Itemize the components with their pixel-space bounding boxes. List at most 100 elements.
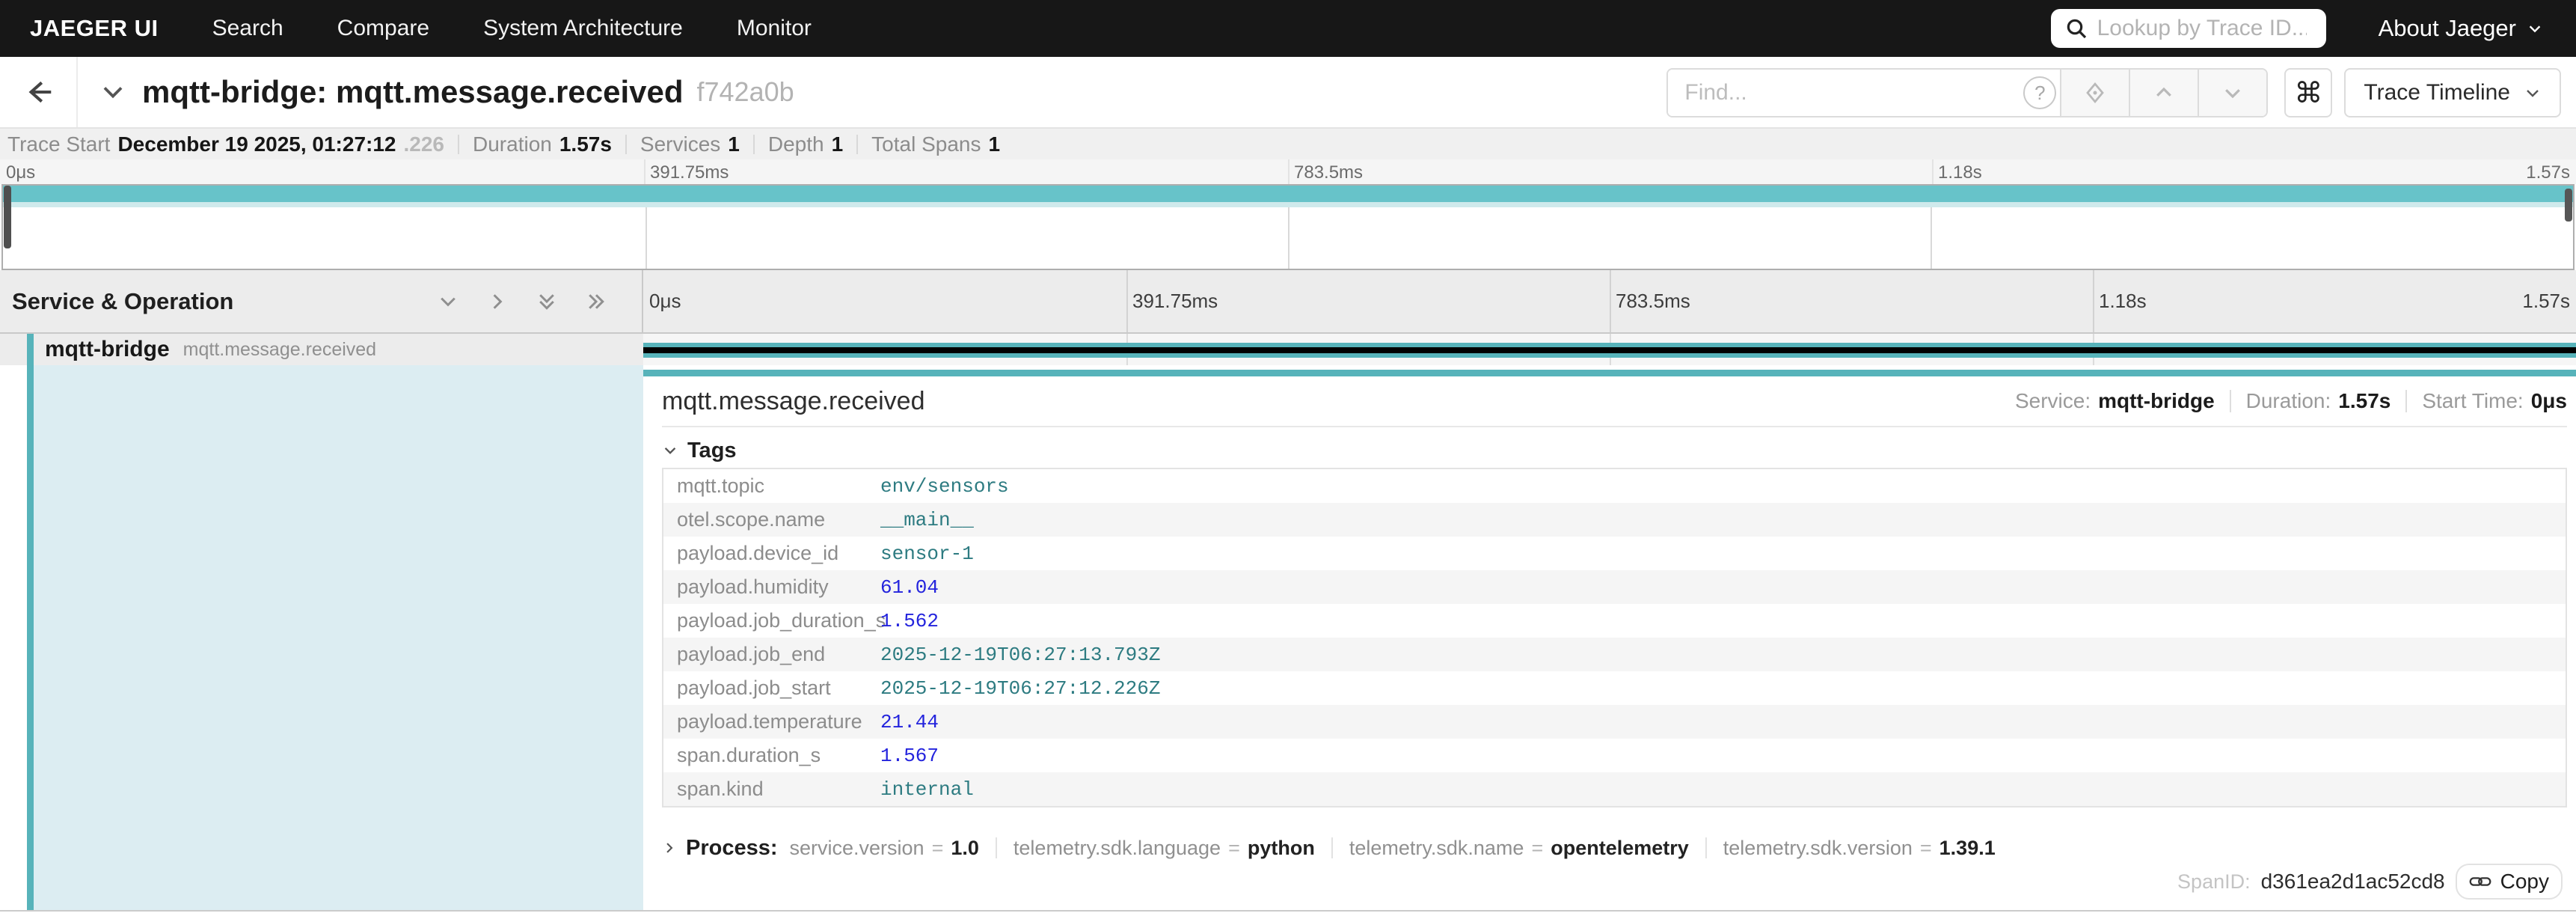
divider [458, 135, 459, 154]
process-attr: service.version = 1.0 [790, 837, 979, 860]
process-attr-key: telemetry.sdk.language [1013, 837, 1221, 860]
span-detail-left-tint [34, 365, 643, 910]
equals-sign: = [1531, 837, 1543, 860]
link-icon [2469, 873, 2491, 891]
tag-row[interactable]: span.duration_s 1.567 [663, 739, 2566, 772]
process-attr: telemetry.sdk.language = python [1013, 837, 1315, 860]
copy-button-label: Copy [2500, 870, 2549, 894]
tag-value: 2025-12-19T06:27:12.226Z [880, 677, 1160, 700]
find-input[interactable] [1668, 70, 2020, 116]
span-name-column[interactable]: mqtt-bridge mqtt.message.received [0, 334, 643, 365]
span-timeline-cell[interactable] [643, 334, 2576, 365]
collapse-trace-chevron-icon[interactable] [99, 78, 127, 106]
nav-item-monitor[interactable]: Monitor [737, 16, 812, 41]
prev-result-button[interactable] [2129, 70, 2198, 116]
tag-row[interactable]: mqtt.topic env/sensors [663, 469, 2566, 503]
minimap-span-bar [3, 186, 2573, 202]
search-icon [2064, 16, 2088, 40]
service-operation-label: Service & Operation [12, 288, 233, 315]
timeline-tick-1: 391.75ms [1132, 290, 1218, 313]
nav-item-compare[interactable]: Compare [337, 16, 429, 41]
divider [1705, 837, 1707, 858]
trace-start-label: Trace Start [7, 132, 110, 156]
tag-value: 1.562 [880, 610, 939, 632]
tag-row[interactable]: payload.temperature 21.44 [663, 705, 2566, 739]
span-detail-content: mqtt.message.received Service: mqtt-brid… [662, 376, 2567, 910]
minimap-span-detail-bar [3, 202, 2573, 207]
equals-sign: = [932, 837, 944, 860]
divider [2405, 390, 2407, 412]
tag-key: payload.temperature [663, 710, 880, 733]
trace-id-search-input[interactable] [2097, 16, 2307, 41]
nav-item-system-architecture[interactable]: System Architecture [483, 16, 683, 41]
next-result-button[interactable] [2198, 70, 2266, 116]
timeline-tick-2: 783.5ms [1616, 290, 1690, 313]
tags-section-toggle[interactable]: Tags [662, 438, 2567, 463]
process-label: Process: [686, 836, 778, 861]
span-detail-title: mqtt.message.received [662, 387, 925, 416]
span-detail-header: mqtt.message.received Service: mqtt-brid… [662, 376, 2567, 427]
keyboard-shortcuts-button[interactable]: ⌘ [2284, 68, 2332, 117]
tag-key: mqtt.topic [663, 474, 880, 498]
timeline-tick-0: 0μs [649, 290, 681, 313]
tag-row[interactable]: payload.job_start 2025-12-19T06:27:12.22… [663, 671, 2566, 705]
start-time-label: Start Time: [2422, 389, 2523, 413]
chevron-down-icon [662, 442, 678, 459]
collapse-all-icon[interactable] [536, 290, 558, 313]
span-duration-bar[interactable] [643, 343, 2576, 358]
nav-item-search[interactable]: Search [212, 16, 283, 41]
timeline-gridline [2093, 270, 2094, 332]
tag-row[interactable]: span.kind internal [663, 772, 2566, 806]
trace-minimap[interactable] [1, 184, 2575, 270]
span-detail-panel: mqtt.message.received Service: mqtt-brid… [643, 365, 2576, 910]
process-attr-value: 1.39.1 [1939, 837, 1996, 860]
chevron-down-icon [2527, 20, 2543, 37]
trace-header: mqtt-bridge: mqtt.message.received f742a… [0, 57, 2576, 129]
minimap-tick-0: 0μs [6, 162, 35, 183]
tag-row[interactable]: payload.humidity 61.04 [663, 570, 2566, 604]
command-icon: ⌘ [2294, 76, 2322, 110]
collapse-one-icon[interactable] [437, 290, 459, 313]
tag-key: payload.humidity [663, 575, 880, 599]
duration-label: Duration: [2246, 389, 2331, 413]
duration-label: Duration [473, 132, 552, 156]
app-logo[interactable]: JAEGER UI [30, 15, 159, 42]
tag-row[interactable]: payload.device_id sensor-1 [663, 537, 2566, 570]
trace-view-label: Trace Timeline [2364, 80, 2510, 106]
focus-span-button[interactable] [2060, 70, 2129, 116]
process-section-toggle[interactable]: Process: service.version = 1.0 telemetry… [662, 833, 2567, 863]
tag-key: span.kind [663, 778, 880, 801]
tag-value: env/sensors [880, 475, 1009, 498]
find-help[interactable]: ? [2020, 70, 2060, 116]
trace-title: mqtt-bridge: mqtt.message.received [142, 74, 684, 110]
back-button[interactable] [0, 57, 78, 127]
minimap-tick-2: 783.5ms [1294, 162, 1363, 183]
tick-line [1932, 159, 1933, 184]
timeline-tick-4: 1.57s [2522, 290, 2570, 313]
minimap-left-scrubber[interactable] [4, 186, 11, 248]
services-label: Services [640, 132, 720, 156]
trace-id-short: f742a0b [697, 76, 794, 108]
tag-value: 61.04 [880, 576, 939, 599]
minimap-tick-4: 1.57s [2526, 162, 2570, 183]
tag-row[interactable]: payload.job_end 2025-12-19T06:27:13.793Z [663, 638, 2566, 671]
process-attr-value: 1.0 [951, 837, 979, 860]
process-attr: telemetry.sdk.name = opentelemetry [1349, 837, 1689, 860]
tick-line [1288, 159, 1289, 184]
tag-row[interactable]: payload.job_duration_s 1.562 [663, 604, 2566, 638]
expand-all-icon[interactable] [585, 290, 607, 313]
minimap-ruler: 0μs 391.75ms 783.5ms 1.18s 1.57s [0, 159, 2576, 184]
process-attr-value: python [1248, 837, 1315, 860]
minimap-right-scrubber[interactable] [2565, 189, 2572, 222]
tag-key: otel.scope.name [663, 508, 880, 531]
trace-view-dropdown[interactable]: Trace Timeline [2344, 68, 2561, 117]
trace-id-search-box[interactable] [2051, 9, 2326, 48]
copy-span-id-button[interactable]: Copy [2456, 864, 2563, 900]
trace-start-value: December 19 2025, 01:27:12 [117, 132, 396, 156]
tag-row[interactable]: otel.scope.name __main__ [663, 503, 2566, 537]
divider [856, 135, 858, 154]
about-jaeger-menu[interactable]: About Jaeger [2379, 15, 2543, 42]
services-value: 1 [728, 132, 740, 156]
span-row[interactable]: mqtt-bridge mqtt.message.received [0, 334, 2576, 365]
expand-one-icon[interactable] [486, 290, 509, 313]
